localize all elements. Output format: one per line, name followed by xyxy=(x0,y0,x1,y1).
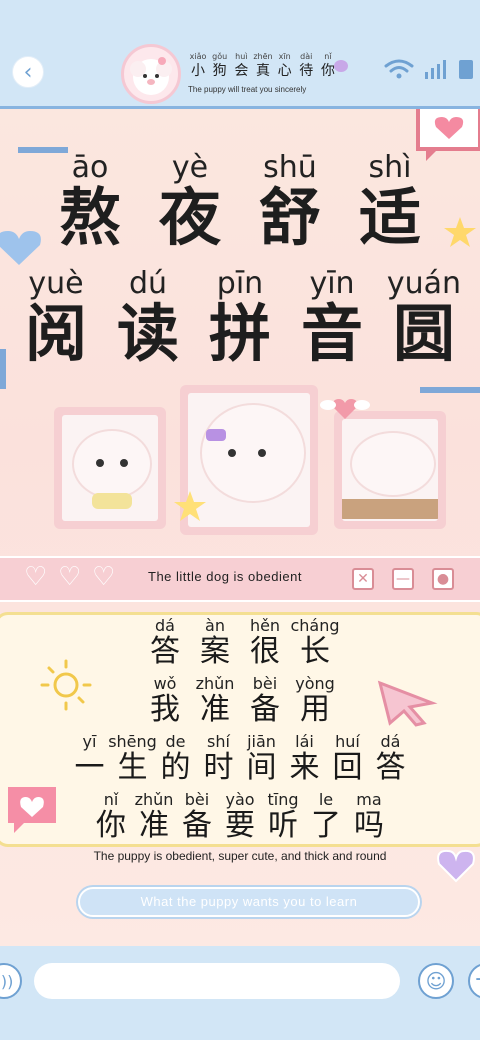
title-char: 心 xyxy=(277,63,292,79)
title-char: āo 熬 xyxy=(58,150,121,254)
battery-icon xyxy=(459,60,473,79)
heart-icon xyxy=(334,60,348,72)
lesson-line-3: yī 一 shēng 生 de 的 shí 时 jiān 间 lái 来 huí 回 dá 答 xyxy=(74,732,406,785)
chevron-left-icon[interactable]: ‹ xyxy=(12,56,44,88)
title-char: yīn 音 xyxy=(300,266,363,370)
title-char: 待 xyxy=(299,63,314,79)
pixel-heart-icon: ♡ xyxy=(92,562,116,592)
signal-icon xyxy=(425,60,446,79)
card-caption: The puppy is obedient, super cute, and t… xyxy=(93,849,387,863)
wifi-icon xyxy=(384,59,414,79)
poster: āo 熬 yè 夜 shū 舒 shì 适 yuè 阅 dú 读 pīn 拼 yīn 音 yuá… xyxy=(0,106,480,946)
pixel-border xyxy=(420,387,480,393)
lesson-line-4: nǐ 你 zhǔn 准 bèi 备 yào 要 tīng 听 le 了 ma 吗 xyxy=(96,790,384,843)
avatar[interactable] xyxy=(121,44,181,104)
puppy-photo xyxy=(334,411,446,529)
window-bar-title: The little dog is obedient xyxy=(148,569,302,584)
pixel-heart-icon: ♡ xyxy=(58,562,82,592)
title-char: yè 夜 xyxy=(158,150,221,254)
message-input[interactable] xyxy=(34,963,400,999)
chat-subtitle: The puppy will treat you sincerely xyxy=(188,85,307,94)
title-char: 狗 xyxy=(212,63,227,79)
title-line-1: āo 熬 yè 夜 shū 舒 shì 适 xyxy=(0,153,480,251)
title-char: 真 xyxy=(255,63,270,79)
record-icon[interactable]: ● xyxy=(432,568,454,590)
chat-header: ‹ xiǎo gǒu huì zhēn xīn dài nǐ 小狗会真心待你 The pup… xyxy=(0,0,480,106)
window-bar: ♡ ♡ ♡ The little dog is obedient ✕ — ● xyxy=(0,556,480,602)
star-icon xyxy=(174,491,206,521)
pixel-heart-icon: ♡ xyxy=(24,562,48,592)
minimize-icon[interactable]: — xyxy=(392,568,414,590)
chat-input-bar: ))) ☺ + xyxy=(0,946,480,1040)
learn-button[interactable]: What the puppy wants you to learn xyxy=(78,887,420,917)
title-char: dú 读 xyxy=(116,266,179,370)
smile-icon[interactable]: ☺ xyxy=(418,963,454,999)
title-char: yuán 圆 xyxy=(386,266,462,370)
title-char: yuè 阅 xyxy=(24,266,87,370)
chat-title: xiǎo gǒu huì zhēn xīn dài nǐ 小狗会真心待你 The puppy… xyxy=(188,52,338,94)
title-char: 会 xyxy=(234,63,249,79)
puppy-photo xyxy=(54,407,166,529)
title-char: pīn 拼 xyxy=(208,266,271,370)
plus-icon[interactable]: + xyxy=(468,963,480,999)
title-line-2: yuè 阅 dú 读 pīn 拼 yīn 音 yuán 圆 xyxy=(0,269,480,367)
lesson-line-2: wǒ 我 zhǔn 准 bèi 备 yòng 用 xyxy=(150,674,335,727)
title-char: 小 xyxy=(191,63,205,79)
lesson-line-1: dá 答 àn 案 hěn 很 cháng 长 xyxy=(150,616,340,669)
voice-icon[interactable]: ))) xyxy=(0,963,22,999)
title-char: shū 舒 xyxy=(258,150,321,254)
status-icons xyxy=(384,58,476,80)
title-char: shì 适 xyxy=(358,150,421,254)
winged-heart-icon xyxy=(320,399,370,419)
close-icon[interactable]: ✕ xyxy=(352,568,374,590)
